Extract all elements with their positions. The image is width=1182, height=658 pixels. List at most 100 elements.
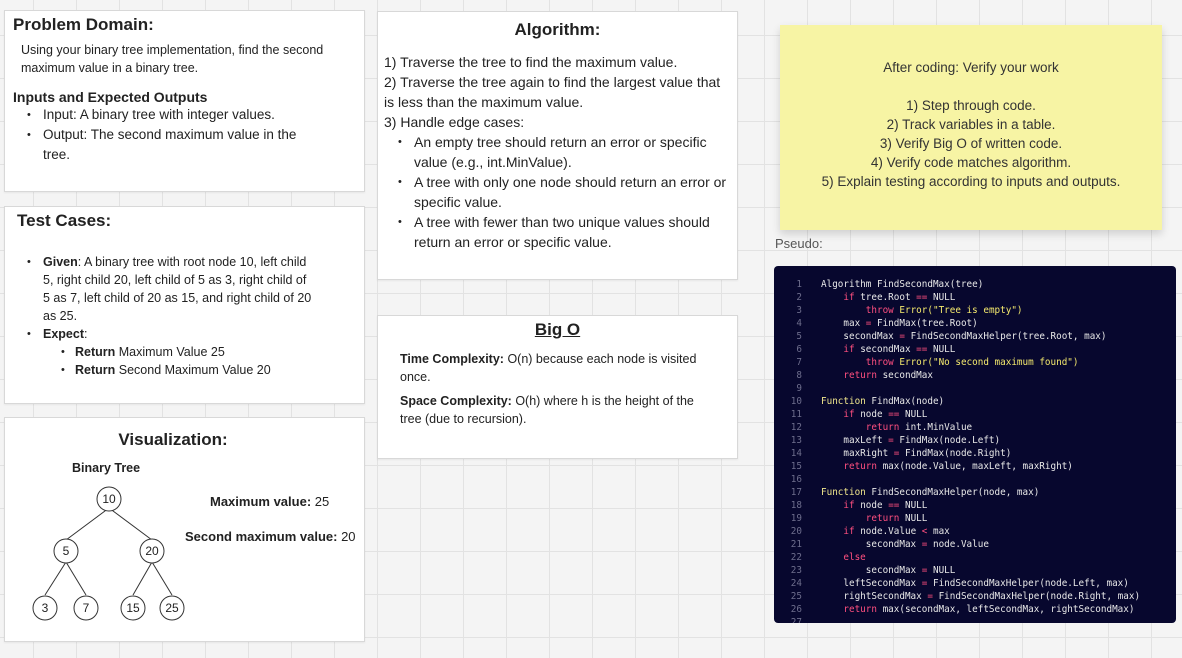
code-token: return <box>865 513 900 524</box>
code-token: node.Value <box>927 539 989 550</box>
line-number: 26 <box>790 604 802 615</box>
line-number: 17 <box>790 487 802 498</box>
code-token: if <box>843 500 855 511</box>
sticky-item: 4) Verify code matches algorithm. <box>870 155 1072 170</box>
code-token: secondMax <box>854 344 917 355</box>
code-token: tree.Root <box>854 292 917 303</box>
sticky-item: 2) Track variables in a table. <box>886 117 1056 132</box>
line-number: 14 <box>790 448 802 459</box>
line-number: 12 <box>790 422 802 433</box>
tree-node-label: 20 <box>145 544 159 558</box>
algorithm-step: 2) Traverse the tree again to find the l… <box>384 74 721 110</box>
code-token: return <box>843 370 877 381</box>
algorithm-step: 3) Handle edge cases: <box>384 114 525 130</box>
code-token: secondMax <box>865 565 922 576</box>
code-token: if <box>843 292 855 303</box>
given-text: : A binary tree with root node 10, left … <box>43 255 312 323</box>
line-number: 15 <box>790 461 802 472</box>
code-token: FindSecondMaxHelper(node, max) <box>865 487 1040 498</box>
tree-node-label: 5 <box>63 544 70 558</box>
test-case-list: Given: A binary tree with root node 10, … <box>23 253 313 343</box>
return-label: Return <box>75 345 116 359</box>
sticky-item: 5) Explain testing according to inputs a… <box>821 174 1121 189</box>
big-o-card[interactable]: Big O Time Complexity: O(n) because each… <box>377 315 738 459</box>
code-line: 15 return max(node.Value, maxLeft, maxRi… <box>774 460 1176 473</box>
sticky-title: After coding: Verify your work <box>883 60 1059 75</box>
code-token: max <box>927 526 950 537</box>
code-token: NULL <box>927 565 956 576</box>
code-line: 17 Function FindSecondMaxHelper(node, max… <box>774 486 1176 499</box>
return-label: Return <box>75 363 116 377</box>
return-item: Return Second Maximum Value 20 <box>57 361 352 379</box>
tree-node-label: 3 <box>42 601 49 615</box>
tree-edge <box>65 507 110 541</box>
code-line: 16 <box>774 473 1176 486</box>
code-line: 2 if tree.Root == NULL <box>774 291 1176 304</box>
test-cases-card[interactable]: Test Cases: Given: A binary tree with ro… <box>4 206 365 404</box>
line-number: 20 <box>790 526 802 537</box>
code-token: node.Value <box>854 526 922 537</box>
code-token: == <box>916 292 928 303</box>
code-token: NULL <box>927 344 956 355</box>
return-list: Return Maximum Value 25 Return Second Ma… <box>17 343 352 379</box>
code-token: return <box>865 422 900 433</box>
code-token: rightSecondMax <box>843 591 928 602</box>
algorithm-steps: 1) Traverse the tree to find the maximum… <box>384 52 731 252</box>
line-number: 8 <box>796 370 802 381</box>
edge-case-item: An empty tree should return an error or … <box>394 132 731 172</box>
code-line: 25 rightSecondMax = FindSecondMaxHelper(… <box>774 590 1176 603</box>
line-number: 21 <box>790 539 802 550</box>
code-line: 24 leftSecondMax = FindSecondMaxHelper(n… <box>774 577 1176 590</box>
code-token: node <box>854 500 889 511</box>
algorithm-step: 1) Traverse the tree to find the maximum… <box>384 54 678 70</box>
code-line: 7 throw Error("No second maximum found") <box>774 356 1176 369</box>
line-number: 13 <box>790 435 802 446</box>
code-token: else <box>843 552 866 563</box>
return-text: Second Maximum Value 20 <box>115 363 271 377</box>
sticky-item: 1) Step through code. <box>906 98 1036 113</box>
edge-case-item: A tree with fewer than two unique values… <box>394 212 731 252</box>
code-line: 26 return max(secondMax, leftSecondMax, … <box>774 603 1176 616</box>
line-number: 23 <box>790 565 802 576</box>
pseudocode-block[interactable]: 1 Algorithm FindSecondMax(tree) 2 if tree.… <box>774 266 1176 623</box>
code-line: 8 return secondMax <box>774 369 1176 382</box>
algorithm-card[interactable]: Algorithm: 1) Traverse the tree to find … <box>377 11 738 280</box>
code-token: == <box>888 500 900 511</box>
code-token: secondMax <box>865 539 922 550</box>
code-token: max(secondMax, leftSecondMax, rightSecon… <box>876 604 1135 615</box>
sticky-note[interactable]: After coding: Verify your work 1) Step t… <box>780 25 1162 230</box>
line-number: 27 <box>790 617 802 623</box>
code-line: 4 max = FindMax(tree.Root) <box>774 317 1176 330</box>
code-line: 11 if node == NULL <box>774 408 1176 421</box>
problem-domain-card[interactable]: Problem Domain: Using your binary tree i… <box>4 10 365 192</box>
io-title: Inputs and Expected Outputs <box>13 89 208 105</box>
io-list: Input: A binary tree with integer values… <box>13 105 356 165</box>
max-value-stat: Maximum value: 25 <box>210 494 329 509</box>
code-token: Algorithm FindSecondMax(tree) <box>821 279 984 290</box>
code-line: 27 <box>774 616 1176 623</box>
code-token: Error("Tree is empty") <box>899 305 1023 316</box>
tree-node-label: 10 <box>102 492 116 506</box>
big-o-title: Big O <box>534 320 581 339</box>
problem-title: Problem Domain: <box>13 15 154 34</box>
code-token: == <box>916 344 928 355</box>
time-complexity-label: Time Complexity: <box>400 352 504 366</box>
problem-description: Using your binary tree implementation, f… <box>21 43 324 75</box>
code-token: NULL <box>927 292 956 303</box>
visualization-card[interactable]: Visualization: Binary Tree 10 5 20 3 7 1… <box>4 417 365 642</box>
binary-tree-diagram: 10 5 20 3 7 15 25 <box>32 486 185 621</box>
line-number: 3 <box>796 305 802 316</box>
code-line: 13 maxLeft = FindMax(node.Left) <box>774 434 1176 447</box>
line-number: 10 <box>790 396 802 407</box>
